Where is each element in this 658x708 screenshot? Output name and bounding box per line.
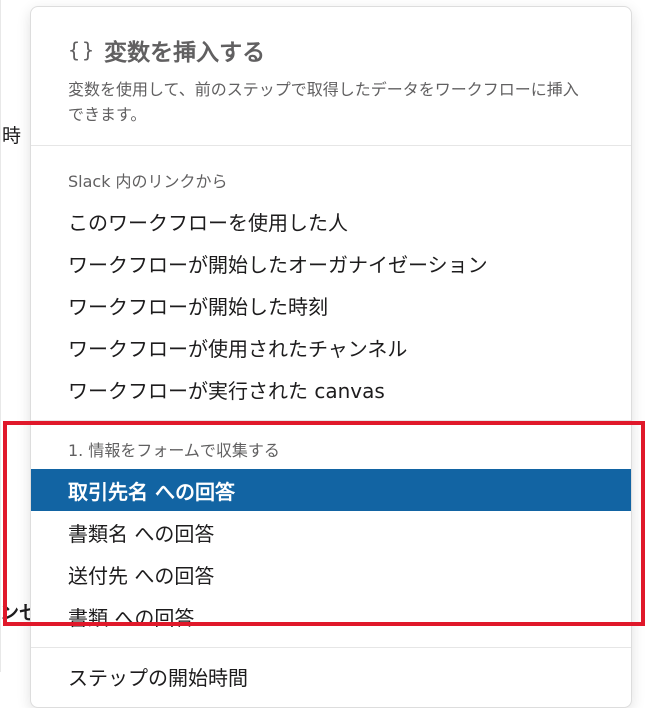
popover-header: {} 変数を挿入する 変数を使用して、前のステップで取得したデータをワークフロー… [31, 7, 631, 146]
variable-section-form: 1. 情報をフォームで収集する 取引先名 への回答 書類名 への回答 送付先 へ… [31, 421, 631, 648]
section-label: 1. 情報をフォームで収集する [68, 441, 280, 460]
insert-variable-popover: {} 変数を挿入する 変数を使用して、前のステップで取得したデータをワークフロー… [30, 6, 632, 708]
popover-title-text: 変数を挿入する [104, 40, 266, 66]
variable-option-workflow-org[interactable]: ワークフローが開始したオーガナイゼーション [31, 242, 631, 284]
popover-subtitle: 変数を使用して、前のステップで取得したデータをワークフローに挿入できます。 [68, 80, 579, 124]
variable-option-client-name[interactable]: 取引先名 への回答 [31, 469, 631, 511]
variable-option-workflow-channel[interactable]: ワークフローが使用されたチャンネル [31, 326, 631, 368]
popover-title: {} 変数を挿入する [68, 33, 594, 67]
variable-option-document-name[interactable]: 書類名 への回答 [31, 511, 631, 553]
variable-option-workflow-user[interactable]: このワークフローを使用した人 [31, 200, 631, 242]
background-divider [0, 0, 1, 672]
section-label: Slack 内のリンクから [68, 172, 228, 191]
background-text-fragment: 時 [2, 125, 22, 147]
variable-section-slack: Slack 内のリンクから このワークフローを使用した人 ワークフローが開始した… [31, 146, 631, 421]
variable-option-step-start-time[interactable]: ステップの開始時間 [31, 648, 631, 705]
variable-option-workflow-canvas[interactable]: ワークフローが実行された canvas [31, 368, 631, 410]
variable-option-document[interactable]: 書類 への回答 [31, 595, 631, 637]
variable-option-recipient[interactable]: 送付先 への回答 [31, 553, 631, 595]
variable-option-workflow-start-time[interactable]: ワークフローが開始した時刻 [31, 284, 631, 326]
curly-braces-icon: {} [68, 38, 97, 62]
